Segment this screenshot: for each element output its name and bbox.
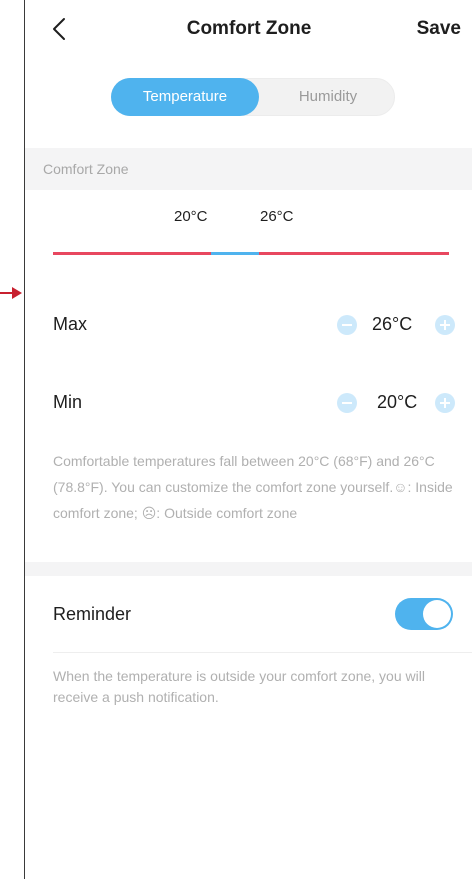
nav-header: Comfort Zone Save [25, 0, 472, 62]
section-label: Comfort Zone [43, 161, 129, 177]
max-value: 26°C [372, 314, 413, 334]
comfort-zone-description: Comfortable temperatures fall between 20… [53, 453, 453, 521]
range-comfort-zone [211, 252, 259, 255]
range-below-zone [53, 252, 211, 255]
app-screen: Comfort Zone Save Temperature Humidity C… [24, 0, 472, 879]
range-above-zone [259, 252, 449, 255]
reminder-toggle[interactable] [395, 598, 453, 630]
min-row: Min 20°C [25, 374, 472, 430]
max-label: Max [53, 314, 88, 334]
section-divider [25, 562, 472, 576]
tab-humidity[interactable]: Humidity [262, 78, 394, 116]
min-decrease-button[interactable] [337, 393, 357, 413]
unit-segmented-control: Temperature Humidity [111, 78, 395, 116]
toggle-knob [423, 600, 451, 628]
min-label: Min [53, 392, 83, 412]
reminder-label: Reminder [53, 604, 132, 624]
pointer-arrow-icon [0, 287, 22, 299]
min-value: 20°C [377, 392, 418, 412]
tab-temperature[interactable]: Temperature [111, 78, 259, 116]
max-increase-button[interactable] [435, 315, 455, 335]
reminder-description: When the temperature is outside your com… [53, 668, 425, 705]
save-button[interactable]: Save [417, 18, 461, 40]
max-row: Max 26°C [25, 296, 472, 352]
min-increase-button[interactable] [435, 393, 455, 413]
divider-line [53, 652, 472, 653]
page-title: Comfort Zone [186, 18, 312, 39]
max-decrease-button[interactable] [337, 315, 357, 335]
range-min-label: 20°C [174, 208, 208, 225]
range-max-label: 26°C [260, 208, 294, 225]
section-header: Comfort Zone [25, 148, 472, 190]
